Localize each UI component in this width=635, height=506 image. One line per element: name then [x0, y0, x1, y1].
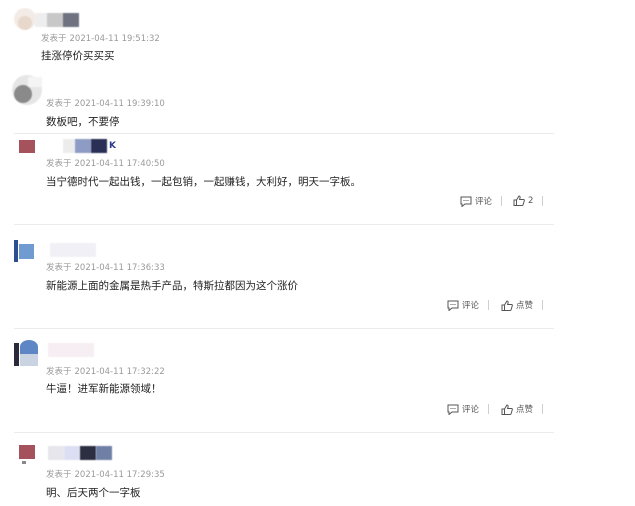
avatar[interactable]: [19, 445, 35, 467]
like-button[interactable]: 2: [513, 195, 544, 206]
username[interactable]: [50, 243, 100, 257]
posted-prefix: 发表于: [46, 99, 72, 109]
comment-text: 牛逼！进军新能源领域！: [46, 383, 162, 395]
reply-button[interactable]: 评论: [447, 299, 490, 311]
comment-text: 明、后天两个一字板: [46, 487, 141, 499]
avatar[interactable]: [12, 75, 42, 105]
thumbs-up-icon: [513, 195, 525, 206]
post-time: 2021-04-11 19:51:32: [69, 34, 160, 44]
comment-label: 评论: [462, 301, 480, 311]
reply-button[interactable]: 评论: [447, 403, 490, 415]
like-button[interactable]: 点赞: [501, 403, 544, 415]
post-time: 2021-04-11 17:32:22: [74, 367, 165, 377]
post-meta: 发表于 2021-04-11 17:40:50: [46, 157, 165, 169]
username[interactable]: [35, 13, 85, 27]
username[interactable]: K: [63, 139, 123, 153]
divider: [14, 133, 554, 134]
like-button[interactable]: 点赞: [501, 299, 544, 311]
comment-text: 数板吧，不要停: [46, 116, 120, 128]
posted-prefix: 发表于: [46, 159, 72, 169]
divider: [14, 328, 554, 329]
comment-icon: [460, 196, 472, 207]
username[interactable]: [48, 343, 98, 357]
like-label: 点赞: [516, 405, 534, 415]
thumbs-up-icon: [501, 403, 513, 415]
post-meta: 发表于 2021-04-11 19:39:10: [46, 97, 165, 109]
posted-prefix: 发表于: [41, 34, 67, 44]
reply-button[interactable]: 评论: [460, 195, 503, 207]
like-label: 点赞: [516, 301, 534, 311]
post-time: 2021-04-11 19:39:10: [74, 99, 165, 109]
post-meta: 发表于 2021-04-11 19:51:32: [41, 32, 160, 44]
comment-text: 新能源上面的金属是热手产品，特斯拉都因为这个涨价: [46, 280, 298, 292]
comment-label: 评论: [462, 405, 480, 415]
avatar[interactable]: [14, 340, 38, 366]
comment-text: 当宁德时代一起出钱，一起包销，一起赚钱，大利好，明天一字板。: [46, 176, 361, 188]
thumbs-up-icon: [501, 299, 513, 311]
posted-prefix: 发表于: [46, 263, 72, 273]
posted-prefix: 发表于: [46, 367, 72, 377]
post-time: 2021-04-11 17:40:50: [74, 159, 165, 169]
post-time: 2021-04-11 17:29:35: [74, 470, 165, 480]
post-meta: 发表于 2021-04-11 17:29:35: [46, 468, 165, 480]
comment-text: 挂涨停价买买买: [41, 50, 115, 62]
comment-icon: [447, 300, 459, 311]
avatar[interactable]: [14, 8, 36, 30]
avatar[interactable]: [19, 140, 35, 153]
post-meta: 发表于 2021-04-11 17:36:33: [46, 261, 165, 273]
divider: [14, 224, 554, 225]
avatar[interactable]: [14, 240, 36, 262]
post-time: 2021-04-11 17:36:33: [74, 263, 165, 273]
username-suffix: K: [109, 141, 116, 151]
divider: [14, 432, 554, 433]
like-count: 2: [528, 195, 534, 206]
posted-prefix: 发表于: [46, 470, 72, 480]
comment-label: 评论: [475, 197, 493, 207]
comment-icon: [447, 404, 459, 415]
username[interactable]: [48, 446, 114, 460]
post-meta: 发表于 2021-04-11 17:32:22: [46, 365, 165, 377]
